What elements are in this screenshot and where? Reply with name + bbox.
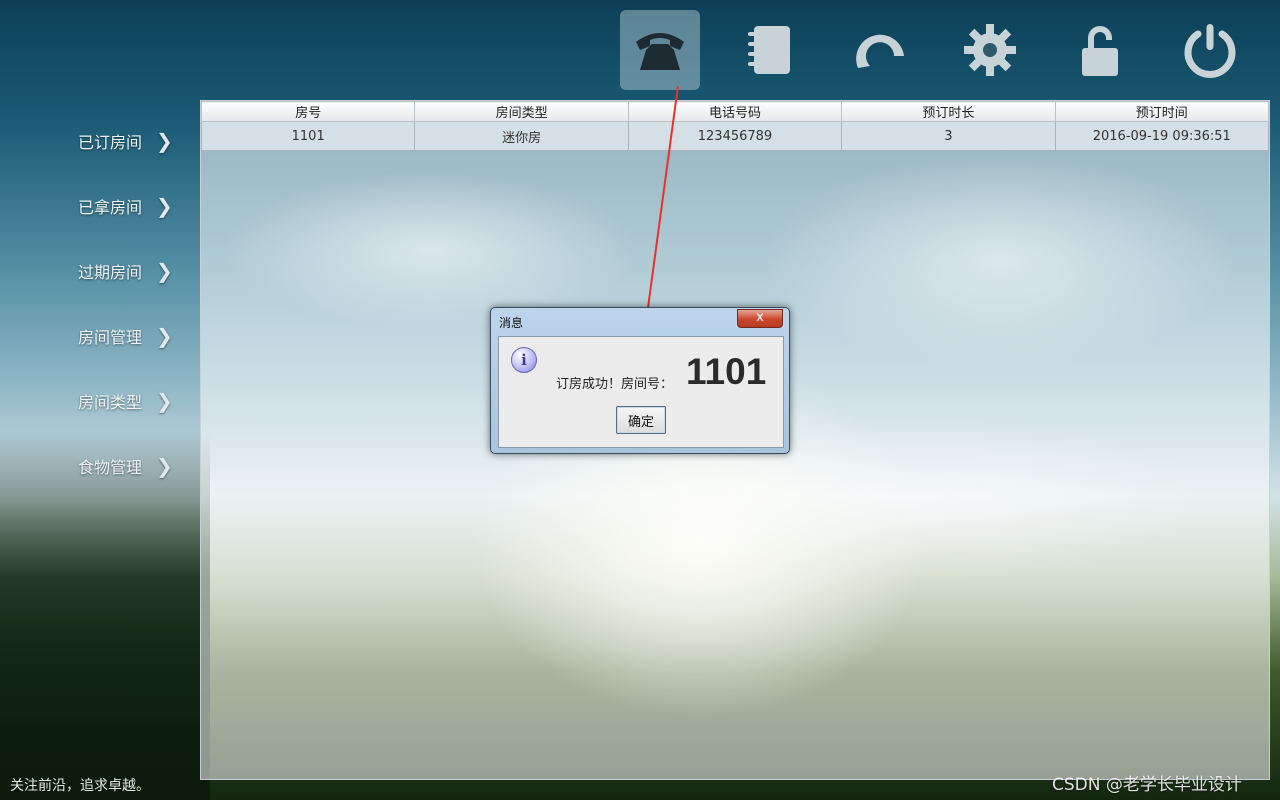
sidebar-item-room-management[interactable]: 房间管理 ❯ [0,303,200,368]
message-dialog: 消息 x i 订房成功！房间号： 1101 确定 [490,307,790,454]
refresh-icon [856,34,904,68]
power-icon [1184,24,1236,78]
toolbar-refresh-button[interactable] [840,10,920,90]
chevron-right-icon: ❯ [156,258,173,283]
unlock-icon [1082,26,1118,76]
sidebar-item-booked-rooms[interactable]: 已订房间 ❯ [0,108,200,173]
table-cell: 3 [841,121,1056,151]
sidebar-item-label: 房间管理 [78,327,143,347]
table-cell: 2016-09-19 09:36:51 [1054,121,1270,151]
dialog-room-number: 1101 [686,351,767,392]
chevron-right-icon: ❯ [156,388,173,413]
sidebar-item-food-management[interactable]: 食物管理 ❯ [0,433,200,498]
chevron-right-icon: ❯ [156,193,173,218]
column-header-booking-time[interactable]: 预订时间 [1054,101,1270,122]
top-toolbar [620,10,1280,90]
info-icon: i [511,347,537,373]
sidebar-item-label: 食物管理 [78,457,143,477]
dialog-message: 订房成功！房间号： [556,377,674,392]
toolbar-settings-button[interactable] [950,10,1030,90]
sidebar-item-label: 房间类型 [78,392,143,412]
dialog-title: 消息 [499,316,524,330]
sidebar-item-room-types[interactable]: 房间类型 ❯ [0,368,200,433]
dialog-body: i 订房成功！房间号： 1101 确定 [498,336,784,448]
sidebar-nav: 已订房间 ❯ 已拿房间 ❯ 过期房间 ❯ 房间管理 ❯ 房间类型 ❯ 食物管理 … [0,108,200,498]
sidebar-item-expired-rooms[interactable]: 过期房间 ❯ [0,238,200,303]
dialog-close-button[interactable]: x [737,309,783,328]
column-header-room-number[interactable]: 房号 [200,101,416,122]
notebook-icon [748,26,790,74]
chevron-right-icon: ❯ [156,453,173,478]
sidebar-item-label: 已订房间 [78,132,143,152]
toolbar-notebook-button[interactable] [730,10,810,90]
table-cell: 迷你房 [414,121,629,151]
toolbar-power-button[interactable] [1170,10,1250,90]
table-row[interactable]: 1101 迷你房 123456789 3 2016-09-19 09:36:51 [200,121,1270,151]
toolbar-unlock-button[interactable] [1060,10,1140,90]
bookings-table: 房号 房间类型 电话号码 预订时长 预订时间 1101 迷你房 12345678… [200,101,1270,151]
column-header-duration[interactable]: 预订时长 [841,101,1056,122]
footer-slogan: 关注前沿，追求卓越。 [10,778,150,794]
toolbar-phone-button[interactable] [620,10,700,90]
gear-icon [964,24,1016,76]
watermark: CSDN @老学长毕业设计 [1052,775,1242,795]
chevron-right-icon: ❯ [156,323,173,348]
chevron-right-icon: ❯ [156,128,173,153]
phone-icon [636,33,684,70]
table-header-row: 房号 房间类型 电话号码 预订时长 预订时间 [200,101,1270,122]
column-header-phone[interactable]: 电话号码 [627,101,843,122]
table-cell: 1101 [200,121,416,151]
sidebar-item-label: 过期房间 [78,262,143,282]
table-cell: 123456789 [627,121,843,151]
sidebar-item-label: 已拿房间 [78,197,143,217]
ok-button[interactable]: 确定 [616,406,666,434]
column-header-room-type[interactable]: 房间类型 [414,101,629,122]
sidebar-item-checked-in-rooms[interactable]: 已拿房间 ❯ [0,173,200,238]
